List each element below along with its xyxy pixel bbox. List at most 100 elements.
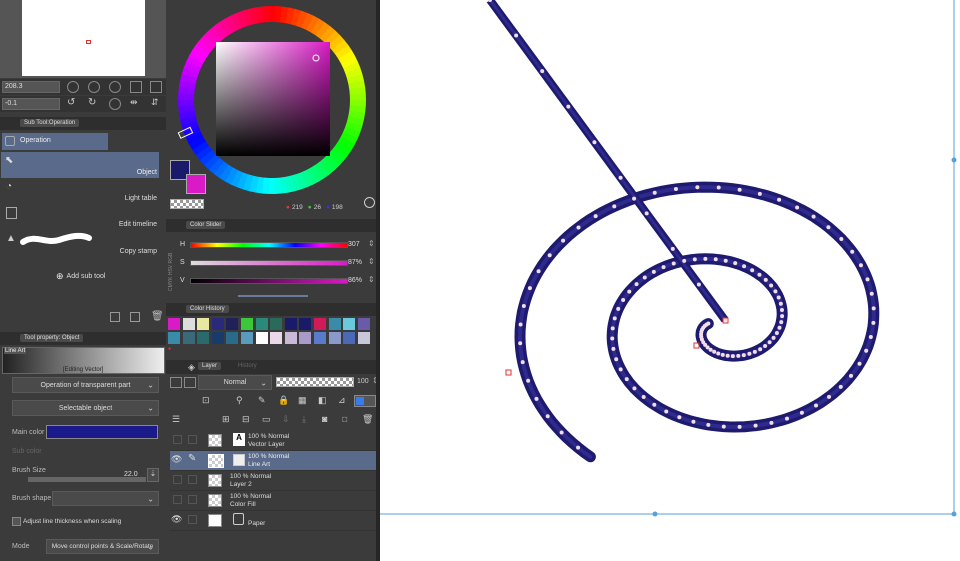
control-point[interactable]: [671, 261, 676, 266]
control-point[interactable]: [545, 414, 550, 419]
stepper-icon[interactable]: ⇕: [368, 239, 375, 248]
control-point[interactable]: [576, 445, 581, 450]
layer-row-vector[interactable]: A 100 % Normal Vector Layer: [170, 431, 378, 451]
duplicate-subtool-icon[interactable]: [130, 312, 140, 322]
control-point[interactable]: [652, 402, 657, 407]
control-point[interactable]: [871, 306, 876, 311]
reset-rotation-icon[interactable]: [109, 98, 121, 110]
blend-mode-dropdown[interactable]: Normal ⌄: [198, 375, 272, 390]
clip-layer-icon[interactable]: ⊡: [202, 395, 210, 406]
main-color-swatch[interactable]: [46, 425, 158, 439]
control-point[interactable]: [857, 361, 862, 366]
control-point[interactable]: [632, 196, 637, 201]
pen-icon[interactable]: ✎: [188, 453, 196, 464]
history-swatch[interactable]: [197, 332, 210, 344]
control-point[interactable]: [664, 409, 669, 414]
subtool-item-edit-timeline[interactable]: Edit timeline: [1, 204, 159, 230]
control-point[interactable]: [747, 351, 752, 356]
zoom-in-icon[interactable]: [88, 81, 100, 93]
rotate-right-icon[interactable]: ↻: [88, 97, 96, 108]
control-point[interactable]: [723, 318, 727, 322]
control-point[interactable]: [869, 291, 874, 296]
canvas-drawing[interactable]: [380, 0, 960, 561]
control-point[interactable]: [733, 261, 738, 266]
control-point[interactable]: [827, 394, 832, 399]
control-point[interactable]: [634, 282, 639, 287]
new-vector-layer-icon[interactable]: ⊟: [242, 414, 250, 425]
stepper-icon[interactable]: ⇕: [368, 257, 375, 266]
control-point[interactable]: [753, 423, 758, 428]
transfer-down-icon[interactable]: ⇩: [282, 414, 290, 425]
stepper-icon[interactable]: ⇕: [368, 275, 375, 284]
color-mode-icon[interactable]: [364, 197, 375, 208]
control-point[interactable]: [771, 335, 776, 340]
control-point[interactable]: [673, 186, 678, 191]
expression-color-icon[interactable]: [184, 377, 196, 388]
tab-history[interactable]: History: [238, 363, 257, 369]
tab-operation[interactable]: Operation: [2, 133, 108, 150]
control-point[interactable]: [703, 256, 708, 261]
control-point[interactable]: [850, 249, 855, 254]
control-point[interactable]: [814, 403, 819, 408]
control-point[interactable]: [741, 353, 746, 358]
lock-layer-icon[interactable]: 🔒: [278, 395, 289, 406]
control-point[interactable]: [644, 211, 649, 216]
control-point[interactable]: [780, 314, 785, 319]
history-swatch[interactable]: [241, 318, 253, 330]
control-point[interactable]: [612, 316, 617, 321]
adjust-thickness-option[interactable]: Adjust line thickness when scaling: [12, 517, 121, 526]
control-point[interactable]: [811, 214, 816, 219]
control-point[interactable]: [641, 394, 646, 399]
control-point[interactable]: [742, 264, 747, 269]
layer-row-line-art[interactable]: 👁 ✎ 100 % Normal Line Art: [170, 451, 378, 471]
control-point[interactable]: [708, 347, 713, 352]
control-point[interactable]: [757, 272, 762, 277]
control-point[interactable]: [526, 378, 531, 383]
visibility-box[interactable]: [173, 475, 182, 484]
opacity-slider[interactable]: [276, 377, 354, 387]
control-point[interactable]: [784, 416, 789, 421]
control-point[interactable]: [725, 353, 730, 358]
control-point[interactable]: [767, 340, 772, 345]
control-point[interactable]: [616, 306, 621, 311]
sub-color-chip[interactable]: [186, 174, 206, 194]
history-swatch[interactable]: [255, 318, 268, 330]
control-point[interactable]: [612, 204, 617, 209]
hue-slider[interactable]: [190, 242, 348, 248]
control-point[interactable]: [520, 360, 525, 365]
control-point[interactable]: [779, 307, 784, 312]
control-point[interactable]: [774, 331, 779, 336]
history-swatch[interactable]: [255, 332, 268, 344]
control-point[interactable]: [547, 253, 552, 258]
control-point[interactable]: [661, 265, 666, 270]
color-history-title[interactable]: Color History: [186, 305, 229, 313]
control-point[interactable]: [576, 225, 581, 230]
add-sub-tool-button[interactable]: ⊕ Add sub tool: [56, 271, 105, 282]
control-point[interactable]: [514, 33, 519, 38]
tab-layer[interactable]: Layer: [198, 362, 222, 370]
visibility-box[interactable]: [173, 495, 182, 504]
control-point[interactable]: [559, 430, 564, 435]
angle-field[interactable]: -0.1: [2, 98, 60, 110]
subtool-item-light-table[interactable]: ◔ Light table: [1, 178, 159, 204]
canvas[interactable]: [380, 0, 960, 561]
reference-layer-icon[interactable]: ⚲: [236, 395, 243, 406]
history-swatch[interactable]: [182, 332, 195, 344]
control-point[interactable]: [696, 282, 701, 287]
draft-layer-icon[interactable]: ✎: [258, 395, 266, 406]
control-point[interactable]: [720, 352, 725, 357]
delete-subtool-icon[interactable]: 🗑: [151, 311, 164, 322]
history-swatch[interactable]: [226, 318, 239, 330]
edit-box[interactable]: [188, 515, 197, 524]
fit-icon[interactable]: [109, 81, 121, 93]
control-point[interactable]: [614, 357, 619, 362]
history-swatch[interactable]: [357, 318, 370, 330]
history-swatch[interactable]: [241, 332, 253, 344]
layer-row-paper[interactable]: 👁 Paper: [170, 511, 378, 531]
layer-color-icon[interactable]: [170, 377, 182, 388]
control-point[interactable]: [750, 268, 755, 273]
history-swatch[interactable]: [168, 318, 180, 330]
control-point[interactable]: [773, 289, 778, 294]
control-point[interactable]: [865, 277, 870, 282]
visibility-box[interactable]: [173, 435, 182, 444]
